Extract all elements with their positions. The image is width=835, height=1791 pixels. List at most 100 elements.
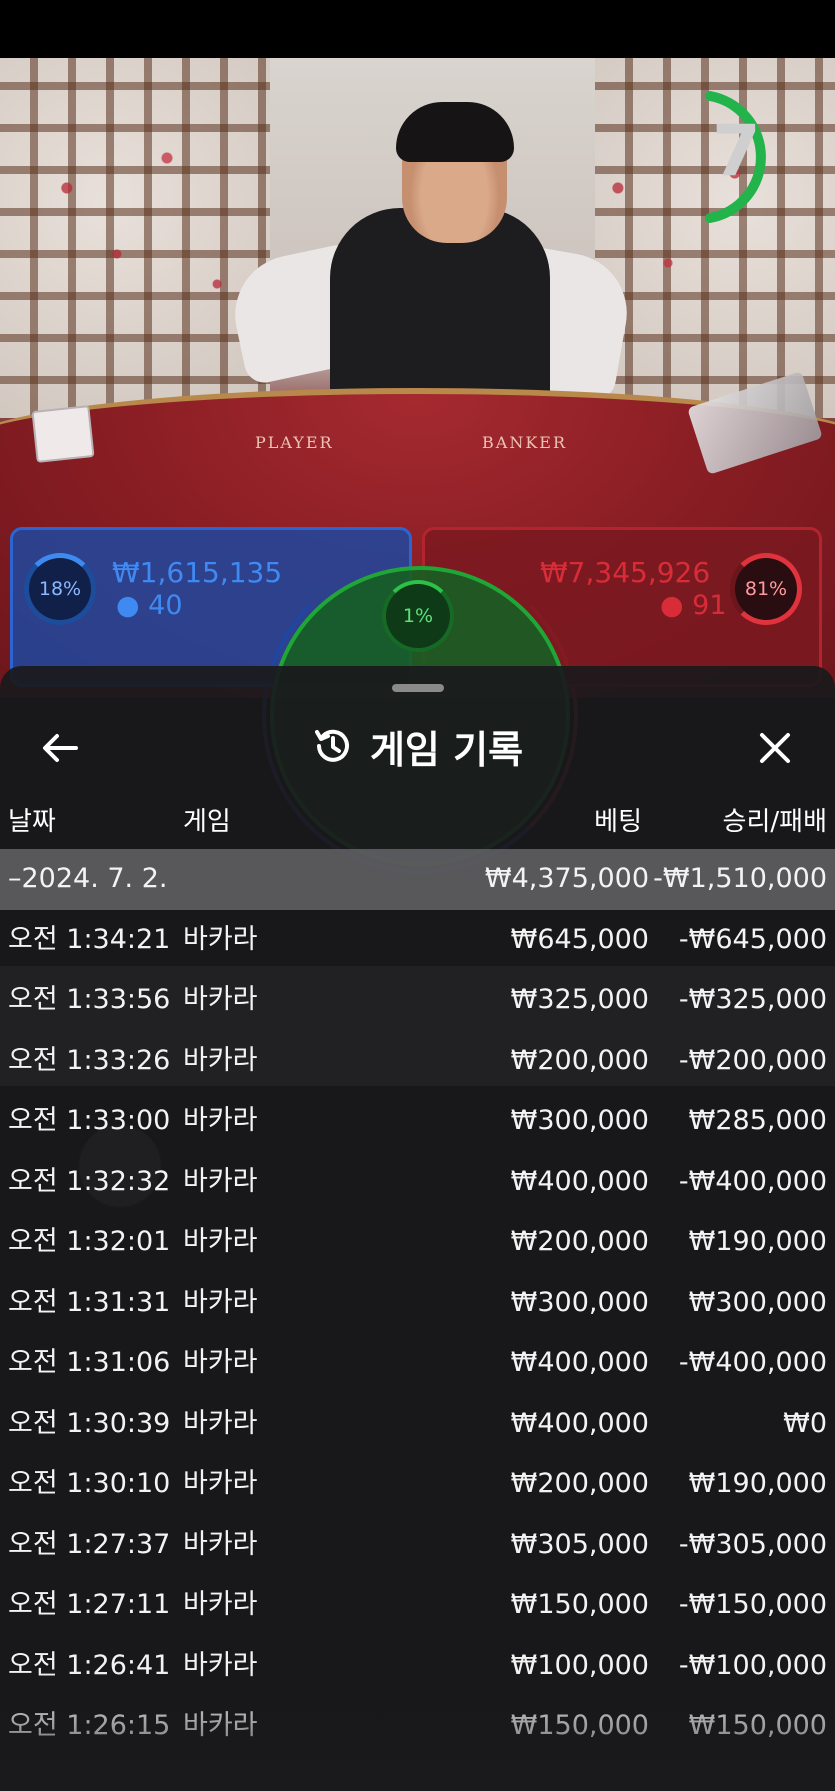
row-bet: ₩400,000 [510, 1347, 649, 1378]
history-row[interactable]: 오전 1:27:11 바카라 ₩150,000 -₩150,000 [0, 1575, 835, 1636]
row-game: 바카라 [183, 1347, 258, 1378]
game-history-sheet: 게임 기록 날짜 게임 베팅 승리/패배 –2024. 7. 2. ₩4,375… [0, 666, 835, 1791]
banker-percent: 81% [744, 578, 788, 600]
row-winloss: -₩305,000 [678, 1528, 827, 1560]
countdown-timer-value: 7 [712, 110, 761, 192]
row-bet: ₩300,000 [510, 1286, 649, 1318]
row-winloss: -₩100,000 [678, 1649, 827, 1681]
history-table: –2024. 7. 2. ₩4,375,000 -₩1,510,000 오전 1… [0, 849, 835, 1757]
row-winloss: ₩190,000 [688, 1468, 827, 1499]
history-clock-icon [314, 729, 349, 762]
banker-bettor-number: 91 [692, 590, 727, 621]
table-banker-label: BANKER [482, 433, 567, 452]
history-row[interactable]: 오전 1:33:56 바카라 ₩325,000 -₩325,000 [0, 970, 835, 1031]
history-row[interactable]: 오전 1:31:31 바카라 ₩300,000 ₩300,000 [0, 1273, 835, 1334]
row-winloss: ₩150,000 [688, 1710, 827, 1741]
row-game: 바카라 [183, 984, 258, 1015]
row-time: 오전 1:31:31 [8, 1286, 171, 1318]
banker-total-amount: ₩7,345,926 [540, 556, 711, 589]
row-bet: ₩200,000 [510, 1468, 649, 1499]
history-row[interactable]: 오전 1:34:21 바카라 ₩645,000 -₩645,000 [0, 910, 835, 971]
close-button[interactable] [745, 718, 805, 778]
player-bettor-count: ● 40 [116, 590, 183, 621]
history-row[interactable]: 오전 1:33:00 바카라 ₩300,000 ₩285,000 [0, 1091, 835, 1152]
row-game: 바카라 [183, 1589, 258, 1620]
player-percent: 18% [38, 578, 82, 600]
history-row[interactable]: 오전 1:30:39 바카라 ₩400,000 ₩0 [0, 1394, 835, 1455]
row-bet: ₩100,000 [510, 1649, 649, 1681]
close-x-icon [760, 733, 790, 763]
row-bet: ₩150,000 [510, 1589, 649, 1620]
player-bettor-number: 40 [148, 590, 183, 621]
history-row[interactable]: 오전 1:33:26 바카라 ₩200,000 -₩200,000 [0, 1031, 835, 1092]
row-winloss: ₩190,000 [688, 1226, 827, 1257]
tie-percent: 1% [402, 605, 434, 627]
table-player-label: PLAYER [255, 433, 334, 452]
status-bar [0, 0, 835, 58]
row-time: 오전 1:34:21 [8, 923, 171, 955]
back-button[interactable] [30, 718, 90, 778]
dealer-hair [396, 102, 514, 162]
history-row[interactable]: 오전 1:30:10 바카라 ₩200,000 ₩190,000 [0, 1454, 835, 1515]
card-shoe [31, 405, 95, 463]
row-time: 오전 1:33:00 [8, 1105, 171, 1136]
history-row[interactable]: 오전 1:32:32 바카라 ₩400,000 -₩400,000 [0, 1152, 835, 1213]
column-header-bet: 베팅 [594, 807, 642, 837]
summary-date: –2024. 7. 2. [8, 863, 168, 894]
row-game: 바카라 [183, 1044, 258, 1076]
person-icon: ● [660, 590, 684, 621]
row-game: 바카라 [183, 1105, 258, 1136]
row-winloss: ₩285,000 [688, 1105, 827, 1136]
sheet-title-group: 게임 기록 [0, 706, 835, 786]
arrow-left-icon [43, 734, 78, 762]
row-bet: ₩200,000 [510, 1226, 649, 1257]
row-game: 바카라 [183, 923, 258, 955]
row-time: 오전 1:32:01 [8, 1226, 171, 1257]
row-game: 바카라 [183, 1165, 258, 1197]
banker-bettor-count: ● 91 [660, 590, 727, 621]
row-bet: ₩400,000 [510, 1407, 649, 1439]
row-game: 바카라 [183, 1468, 258, 1499]
row-winloss: -₩150,000 [678, 1589, 827, 1620]
row-time: 오전 1:31:06 [8, 1347, 171, 1378]
row-winloss: -₩645,000 [678, 923, 827, 955]
history-row[interactable]: 오전 1:26:41 바카라 ₩100,000 -₩100,000 [0, 1636, 835, 1697]
row-time: 오전 1:26:15 [8, 1710, 171, 1741]
row-time: 오전 1:30:39 [8, 1407, 171, 1439]
player-total-amount: ₩1,615,135 [112, 556, 283, 589]
row-bet: ₩305,000 [510, 1528, 649, 1560]
history-row-list: 오전 1:34:21 바카라 ₩645,000 -₩645,000 오전 1:33:56… [0, 910, 835, 1757]
sheet-header: 게임 기록 [0, 706, 835, 786]
row-winloss: -₩200,000 [678, 1044, 827, 1076]
history-row[interactable]: 오전 1:32:01 바카라 ₩200,000 ₩190,000 [0, 1212, 835, 1273]
row-bet: ₩645,000 [510, 923, 649, 955]
column-header-winloss: 승리/패배 [722, 807, 827, 837]
column-header-date: 날짜 [8, 807, 56, 837]
row-bet: ₩400,000 [510, 1165, 649, 1197]
row-bet: ₩200,000 [510, 1044, 649, 1076]
column-header-game: 게임 [183, 807, 231, 837]
row-winloss: -₩400,000 [678, 1165, 827, 1197]
row-game: 바카라 [183, 1407, 258, 1439]
player-percent-ring: 18% [24, 553, 96, 625]
sheet-drag-handle[interactable] [392, 684, 444, 692]
history-row[interactable]: 오전 1:31:06 바카라 ₩400,000 -₩400,000 [0, 1333, 835, 1394]
row-bet: ₩325,000 [510, 984, 649, 1015]
history-row[interactable]: 오전 1:27:37 바카라 ₩305,000 -₩305,000 [0, 1515, 835, 1576]
row-time: 오전 1:33:56 [8, 984, 171, 1015]
person-icon: ● [116, 590, 140, 621]
sheet-title: 게임 기록 [369, 727, 524, 772]
row-winloss: -₩325,000 [678, 984, 827, 1015]
row-bet: ₩150,000 [510, 1710, 649, 1741]
summary-winloss-total: -₩1,510,000 [653, 863, 827, 894]
date-summary-row[interactable]: –2024. 7. 2. ₩4,375,000 -₩1,510,000 [0, 849, 835, 910]
row-game: 바카라 [183, 1710, 258, 1741]
summary-bet-total: ₩4,375,000 [484, 863, 649, 894]
row-time: 오전 1:27:37 [8, 1528, 171, 1560]
row-game: 바카라 [183, 1649, 258, 1681]
row-time: 오전 1:33:26 [8, 1044, 171, 1076]
history-row[interactable]: 오전 1:26:15 바카라 ₩150,000 ₩150,000 [0, 1696, 835, 1757]
row-time: 오전 1:30:10 [8, 1468, 171, 1499]
row-time: 오전 1:26:41 [8, 1649, 171, 1681]
row-winloss: -₩400,000 [678, 1347, 827, 1378]
